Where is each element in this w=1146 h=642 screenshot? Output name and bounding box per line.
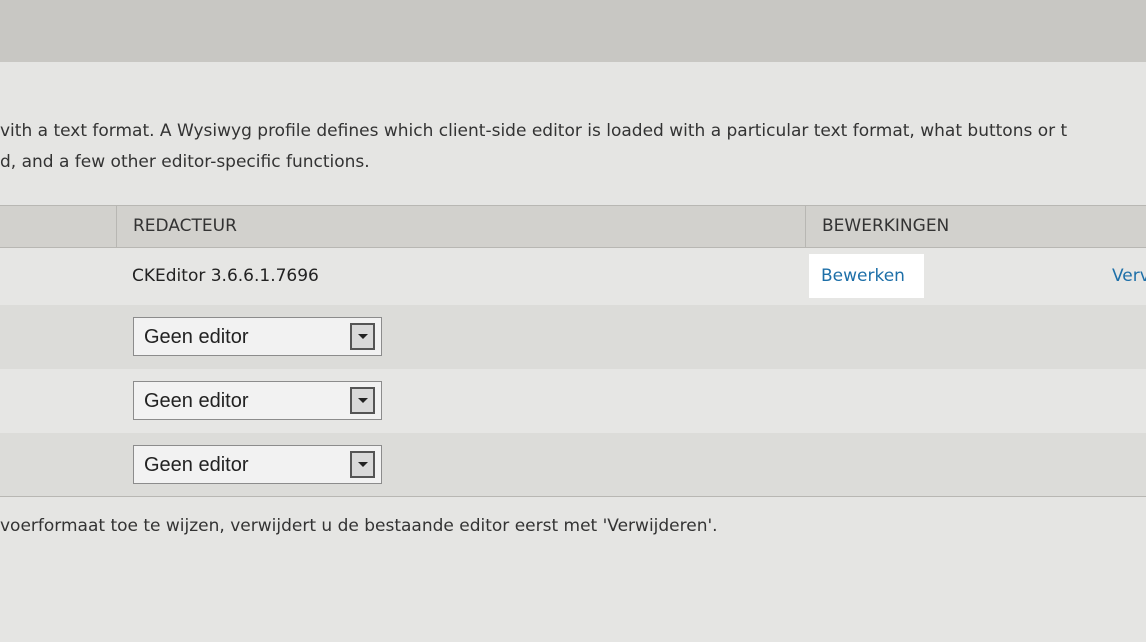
editor-select-value: Geen editor: [144, 326, 249, 348]
editor-select[interactable]: Geen editor: [133, 445, 382, 484]
description-line-1: vith a text format. A Wysiwyg profile de…: [0, 121, 1068, 141]
editor-select-value: Geen editor: [144, 454, 249, 476]
table-header: REDACTEUR BEWERKINGEN: [0, 205, 1146, 248]
editor-select[interactable]: Geen editor: [133, 381, 382, 420]
dropdown-button[interactable]: [350, 387, 375, 414]
help-note: voerformaat toe te wijzen, verwijdert u …: [0, 516, 718, 536]
chevron-down-icon: [357, 462, 368, 467]
table-row: Geen editor: [0, 305, 1146, 369]
description-line-2: d, and a few other editor-specific funct…: [0, 152, 370, 172]
top-bar: [0, 0, 1146, 62]
table-row: Geen editor: [0, 433, 1146, 497]
chevron-down-icon: [357, 398, 368, 403]
dropdown-button[interactable]: [350, 323, 375, 350]
page-description: vith a text format. A Wysiwyg profile de…: [0, 116, 1146, 178]
table-row: Geen editor: [0, 369, 1146, 433]
chevron-down-icon: [357, 334, 368, 339]
page: vith a text format. A Wysiwyg profile de…: [0, 0, 1146, 642]
editor-select[interactable]: Geen editor: [133, 317, 382, 356]
column-header-editor: REDACTEUR: [116, 206, 806, 247]
editor-profiles-table: REDACTEUR BEWERKINGEN CKEditor 3.6.6.1.7…: [0, 205, 1146, 497]
editor-select-value: Geen editor: [144, 390, 249, 412]
column-header-operations: BEWERKINGEN: [805, 206, 1146, 247]
dropdown-button[interactable]: [350, 451, 375, 478]
table-row: CKEditor 3.6.6.1.7696 Bewerken Verv: [0, 248, 1146, 305]
editor-name: CKEditor 3.6.6.1.7696: [132, 266, 319, 286]
delete-link[interactable]: Verv: [1112, 254, 1146, 298]
edit-link[interactable]: Bewerken: [809, 254, 924, 298]
